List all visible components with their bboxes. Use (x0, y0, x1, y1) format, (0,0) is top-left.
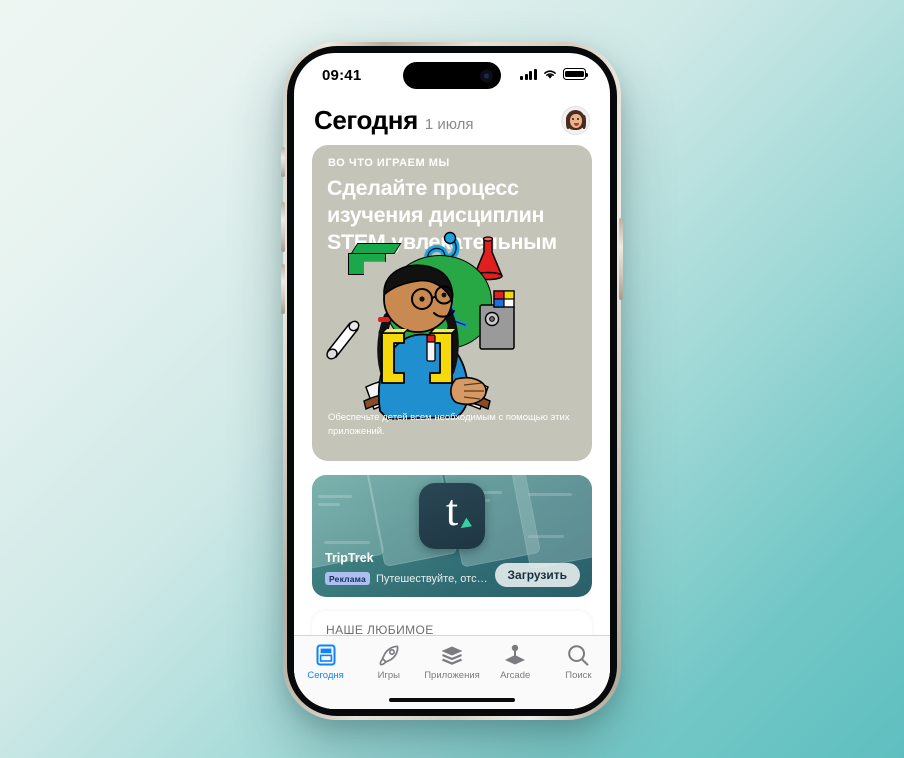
volume-up-button[interactable] (281, 202, 285, 252)
search-icon (567, 643, 589, 667)
ad-description: Путешествуйте, отсле... (375, 572, 494, 585)
page-date: 1 июля (424, 116, 474, 133)
tab-search[interactable]: Поиск (547, 643, 610, 681)
tab-games[interactable]: Игры (357, 643, 420, 681)
tab-label: Arcade (500, 670, 531, 681)
tab-label: Сегодня (307, 670, 344, 681)
phone-device: 09:41 Сегодня 1 июля ВО ЧТО ИГРАЕМ МЫ Сд… (281, 42, 623, 720)
feature-eyebrow: ВО ЧТО ИГРАЕМ МЫ (328, 157, 450, 169)
stem-illustration (312, 231, 592, 437)
status-indicators (520, 68, 589, 80)
memoji-avatar[interactable] (561, 106, 590, 135)
feed-content[interactable]: ВО ЧТО ИГРАЕМ МЫ Сделайте процесс изучен… (294, 145, 610, 709)
app-icon-triptrek: t (419, 483, 485, 549)
joystick-icon (503, 643, 527, 667)
yellow-brackets-shape (380, 329, 457, 384)
tab-label: Поиск (565, 670, 592, 681)
status-bar: 09:41 (294, 53, 610, 99)
ad-badge: Реклама (325, 572, 370, 585)
app-icon-letter: t (445, 486, 459, 535)
tab-label: Игры (377, 670, 400, 681)
phone-screen: 09:41 Сегодня 1 июля ВО ЧТО ИГРАЕМ МЫ Сд… (294, 53, 610, 709)
ad-card-triptrek[interactable]: t TripTrek Реклама Путешествуйте, отсле.… (312, 475, 592, 597)
tab-today[interactable]: Сегодня (294, 643, 357, 681)
wifi-icon (544, 70, 556, 79)
rocket-icon (378, 643, 400, 667)
front-camera-icon (480, 69, 493, 82)
marker-icon (426, 334, 436, 362)
action-button[interactable] (281, 147, 285, 177)
cellular-bars-icon (520, 68, 537, 80)
title-group: Сегодня 1 июля (314, 105, 561, 136)
scene: 09:41 Сегодня 1 июля ВО ЧТО ИГРАЕМ МЫ Сд… (0, 0, 904, 758)
dynamic-island (403, 62, 501, 89)
tab-apps[interactable]: Приложения (420, 643, 483, 681)
feature-card[interactable]: ВО ЧТО ИГРАЕМ МЫ Сделайте процесс изучен… (312, 145, 592, 461)
home-indicator[interactable] (389, 697, 515, 702)
power-button[interactable] (619, 218, 623, 300)
today-card-icon (316, 643, 336, 667)
ad-meta-row: Реклама Путешествуйте, отсле... (325, 572, 494, 585)
page-title: Сегодня (314, 105, 418, 135)
ad-app-name: TripTrek (325, 551, 374, 565)
page-header: Сегодня 1 июля (294, 99, 610, 146)
feature-caption: Обеспечьте детей всем необходимым с помо… (328, 411, 570, 437)
stack-layers-icon (440, 643, 464, 667)
tab-arcade[interactable]: Arcade (484, 643, 547, 681)
download-button[interactable]: Загрузить (494, 563, 580, 587)
volume-down-button[interactable] (281, 264, 285, 314)
status-time: 09:41 (322, 67, 362, 84)
tab-label: Приложения (424, 670, 480, 681)
battery-full-icon (563, 68, 589, 80)
